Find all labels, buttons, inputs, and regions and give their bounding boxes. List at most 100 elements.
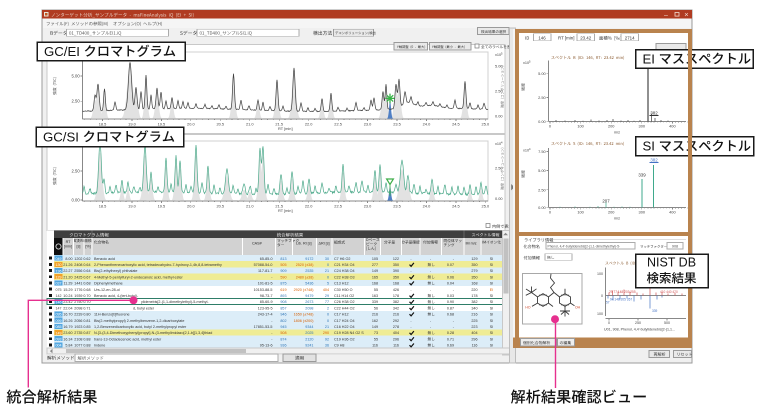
svg-text:C22 H44 O2: C22 H44 O2 — [334, 306, 355, 310]
svg-text:223: 223 — [471, 325, 477, 329]
svg-text:1,2-Benzenedicarboxylic acid,: 1,2-Benzenedicarboxylic acid, butyl 2-me… — [94, 325, 187, 329]
svg-text:2120: 2120 — [305, 337, 313, 341]
svg-text:11.29: 11.29 — [64, 282, 73, 286]
svg-text:C30 H50 O: C30 H50 O — [334, 288, 353, 292]
svg-text:0.80: 0.80 — [83, 313, 90, 317]
svg-text:037: 037 — [56, 282, 62, 286]
svg-text:20.5: 20.5 — [217, 121, 225, 126]
svg-text:149: 149 — [372, 325, 378, 329]
svg-text:2098: 2098 — [305, 306, 313, 310]
svg-text:9344: 9344 — [305, 325, 313, 329]
svg-text:10153-88-5: 10153-88-5 — [254, 288, 273, 292]
svg-text:0.00: 0.00 — [538, 119, 546, 124]
svg-text:178: 178 — [393, 294, 399, 298]
svg-text:2556: 2556 — [74, 269, 82, 273]
svg-text:C9 H8: C9 H8 — [334, 344, 344, 348]
svg-text:216: 216 — [471, 313, 477, 317]
svg-text:77: 77 — [325, 300, 329, 304]
svg-text:875: 875 — [280, 282, 286, 286]
svg-text:410 440 470: 410 440 470 — [660, 290, 678, 294]
svg-text:404: 404 — [471, 331, 477, 335]
svg-text:20.0: 20.0 — [187, 203, 195, 208]
svg-text:Diphenylmethane: Diphenylmethane — [94, 282, 123, 286]
svg-text:2: 2 — [327, 306, 329, 310]
svg-text:0.00: 0.00 — [72, 198, 81, 203]
svg-text:2.50: 2.50 — [495, 166, 503, 171]
svg-text:C26 H38 O2: C26 H38 O2 — [334, 300, 355, 304]
svg-text:085: 085 — [56, 325, 62, 329]
svg-text:22.0: 22.0 — [305, 203, 313, 208]
svg-text:0.68: 0.68 — [83, 288, 90, 292]
svg-text:24.5: 24.5 — [452, 203, 460, 208]
svg-text:099: 099 — [56, 319, 62, 323]
svg-text:0.81: 0.81 — [83, 319, 90, 323]
svg-text:56: 56 — [374, 306, 378, 310]
svg-text:30: 30 — [325, 257, 329, 261]
svg-text:25.0: 25.0 — [482, 121, 490, 126]
svg-text:C17 H12: C17 H12 — [334, 313, 349, 317]
svg-text:73: 73 — [374, 331, 378, 335]
svg-text:15.29: 15.29 — [63, 288, 72, 292]
svg-text:0.03: 0.03 — [447, 294, 454, 298]
svg-text:–: – — [664, 12, 668, 19]
svg-text:RT [min]: RT [min] — [278, 126, 293, 131]
svg-text:GC/EI: GC/EI — [44, 44, 80, 59]
svg-text:168: 168 — [393, 282, 399, 286]
svg-text:350: 350 — [393, 275, 399, 279]
svg-text:0.64: 0.64 — [83, 263, 90, 267]
svg-text:0.62: 0.62 — [83, 257, 90, 261]
svg-text:0.28: 0.28 — [447, 331, 454, 335]
svg-text:11H-Benzo[b]fluorene: 11H-Benzo[b]fluorene — [94, 313, 130, 317]
svg-text:23.0: 23.0 — [364, 203, 372, 208]
svg-text:300: 300 — [639, 210, 646, 215]
svg-text:390: 390 — [393, 269, 399, 273]
svg-text:C22 H38 O3: C22 H38 O3 — [334, 275, 355, 279]
svg-text:2735: 2735 — [74, 331, 82, 335]
svg-text:116: 116 — [393, 344, 399, 348]
svg-text:16.70: 16.70 — [63, 313, 72, 317]
svg-text:116: 116 — [472, 344, 478, 348]
svg-text:2535: 2535 — [305, 269, 313, 273]
svg-text:5.00: 5.00 — [538, 168, 546, 173]
svg-text:22.5: 22.5 — [334, 203, 342, 208]
svg-text:0.00: 0.00 — [495, 114, 503, 119]
svg-text:29 77 148 203 255: 29 77 148 203 255 — [609, 290, 636, 294]
svg-text:0: 0 — [327, 319, 329, 323]
svg-text:250: 250 — [635, 321, 641, 325]
svg-text:55: 55 — [374, 288, 378, 292]
svg-text:EI: EI — [490, 288, 493, 292]
svg-text:5.84: 5.84 — [65, 344, 72, 348]
svg-text:117-81-7: 117-81-7 — [258, 269, 273, 273]
svg-text:[%]: [%] — [85, 245, 90, 249]
svg-text:165: 165 — [372, 275, 378, 279]
svg-text:2714: 2714 — [625, 35, 635, 40]
svg-text:0.69: 0.69 — [447, 344, 454, 348]
svg-text:19.0: 19.0 — [128, 121, 136, 126]
svg-text:129: 129 — [471, 257, 477, 261]
svg-text:243-17-4: 243-17-4 — [258, 313, 273, 317]
svg-text:100: 100 — [577, 210, 584, 215]
svg-text:21.0: 21.0 — [246, 121, 254, 126]
svg-text:C11 H14 O2: C11 H14 O2 — [334, 294, 354, 298]
svg-text:296: 296 — [471, 337, 477, 341]
svg-text:0: 0 — [601, 294, 603, 298]
svg-text:21.26: 21.26 — [63, 263, 72, 267]
svg-text:20.0: 20.0 — [187, 121, 195, 126]
svg-text:C16 H22 O4: C16 H22 O4 — [334, 325, 355, 329]
svg-text:4-Methyl-5-pentylfuryl-2-undec: 4-Methyl-5-pentylfuryl-2-undecanoic acid… — [94, 275, 184, 279]
svg-text:SI: SI — [490, 337, 493, 341]
svg-text:0: 0 — [327, 263, 329, 267]
svg-text:340: 340 — [471, 306, 477, 310]
svg-text:SI: SI — [490, 325, 493, 329]
svg-text:207: 207 — [602, 199, 610, 204]
svg-text:RT [min]: RT [min] — [558, 36, 574, 41]
svg-text:0.00: 0.00 — [495, 196, 503, 201]
svg-text:0.90: 0.90 — [447, 300, 454, 304]
svg-text:162: 162 — [372, 319, 378, 323]
svg-text:95-13-6: 95-13-6 — [260, 344, 273, 348]
svg-text:21: 21 — [325, 269, 329, 273]
svg-text:5.00: 5.00 — [538, 71, 546, 76]
svg-text:8.00: 8.00 — [65, 257, 72, 261]
svg-text:ΔRI [s]: ΔRI [s] — [319, 242, 330, 246]
svg-text:129: 129 — [56, 276, 62, 280]
